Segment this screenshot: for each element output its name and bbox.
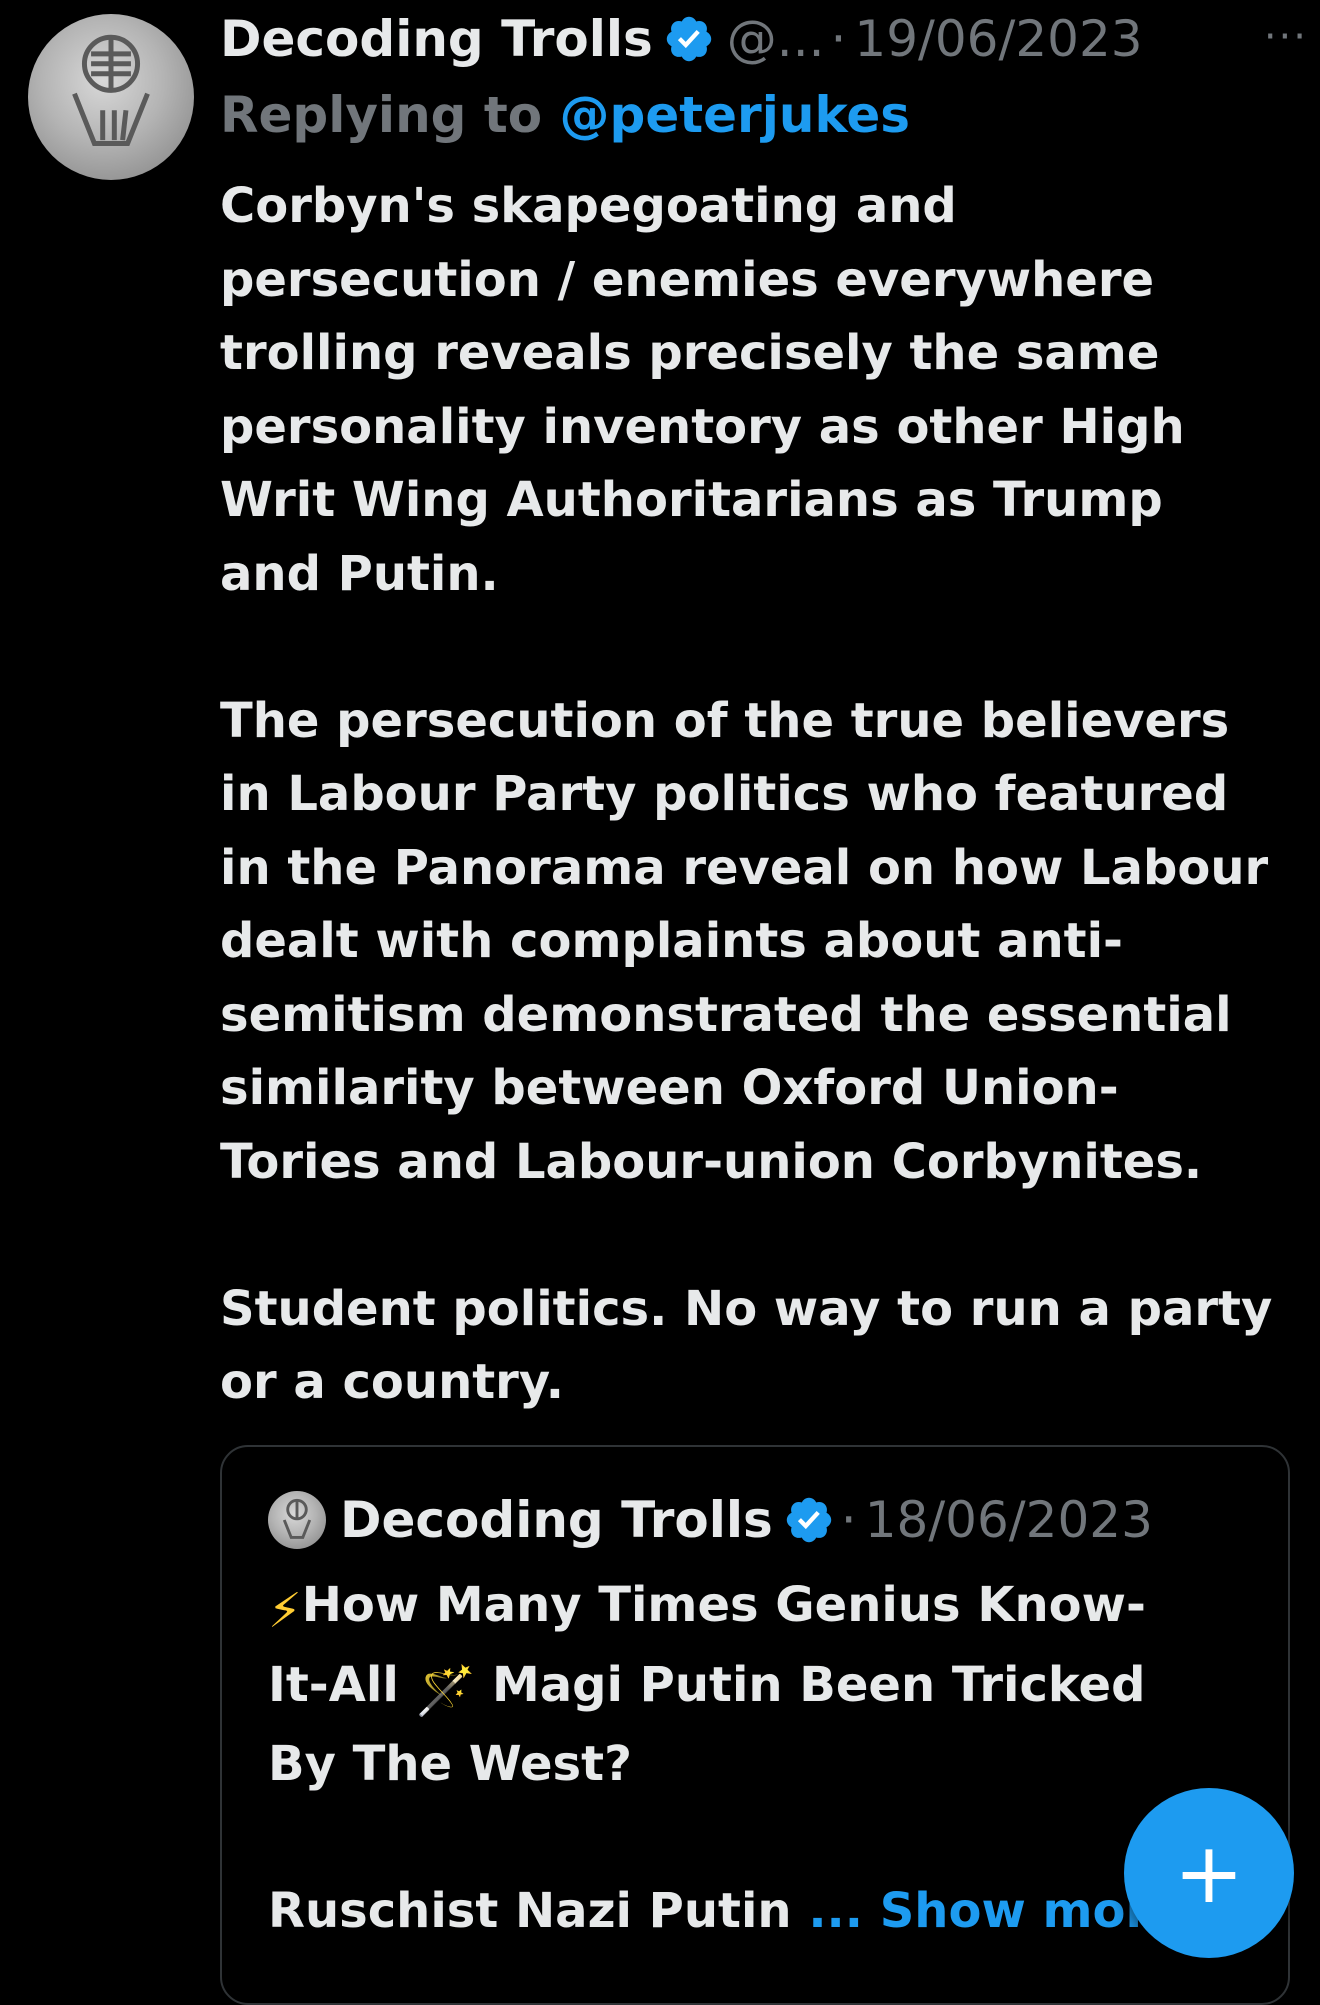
- body-line: Writ Wing Authoritarians as Trump: [220, 472, 1163, 528]
- replying-label: Replying to: [220, 86, 560, 144]
- avatar-logo-icon: [282, 1498, 312, 1539]
- separator: ·: [830, 10, 847, 68]
- body-line: Tories and Labour-union Corbynites.: [220, 1133, 1203, 1190]
- lightning-icon: ⚡: [268, 1583, 302, 1639]
- handle[interactable]: @...: [727, 6, 825, 72]
- quote-line: ⚡How Many Times Genius Know-: [268, 1569, 1278, 1649]
- quoted-avatar: [268, 1491, 326, 1549]
- body-line: Corbyn's skapegoating and: [220, 178, 957, 234]
- quote-line-text: Ruschist Nazi Putin: [268, 1883, 809, 1939]
- display-name[interactable]: Decoding Trolls: [220, 6, 653, 72]
- body-line: persecution / enemies everywhere: [220, 251, 1155, 308]
- body-line: similarity between Oxford Union-: [220, 1060, 1119, 1116]
- body-line: and Putin.: [220, 545, 499, 602]
- separator: ·: [840, 1491, 857, 1549]
- compose-button[interactable]: +: [1124, 1788, 1294, 1958]
- tweet[interactable]: Decoding Trolls @... · 19/06/2023 ··· Re…: [0, 0, 1320, 2005]
- avatar[interactable]: [28, 14, 194, 180]
- body-line-blank: [220, 1199, 1305, 1273]
- verified-badge-icon: [783, 1494, 835, 1546]
- tweet-header: Decoding Trolls @... · 19/06/2023: [220, 6, 1310, 72]
- body-line: dealt with complaints about anti-: [220, 913, 1123, 969]
- quoted-timestamp: 18/06/2023: [864, 1491, 1153, 1549]
- body-line: Student politics. No way to run a party: [220, 1280, 1273, 1337]
- avatar-logo-icon: [72, 34, 150, 146]
- quoted-tweet-header: Decoding Trolls · 18/06/2023: [268, 1487, 1153, 1553]
- quote-line: It-All 🪄 Magi Putin Been Tricked: [268, 1649, 1278, 1729]
- body-line: trolling reveals precisely the same: [220, 325, 1160, 381]
- body-line-blank: [220, 611, 1305, 685]
- quoted-tweet[interactable]: Decoding Trolls · 18/06/2023 ⚡How Many T…: [220, 1445, 1290, 2005]
- quote-line-text: How Many Times Genius Know-: [301, 1577, 1146, 1633]
- quote-line-text: It-All: [268, 1656, 416, 1713]
- magic-wand-icon: 🪄: [415, 1662, 476, 1719]
- quote-line-text: Magi Putin Been Tricked: [475, 1656, 1146, 1713]
- body-line: personality inventory as other High: [220, 398, 1185, 455]
- body-line: in the Panorama reveal on how Labour: [220, 839, 1269, 896]
- quote-line: By The West?: [268, 1736, 632, 1792]
- body-line: The persecution of the true believers: [220, 692, 1230, 749]
- replying-to: Replying to @peterjukes: [220, 82, 910, 148]
- more-options-icon[interactable]: ···: [1264, 14, 1308, 60]
- replying-mention-link[interactable]: @peterjukes: [560, 86, 911, 144]
- body-line: in Labour Party politics who featured: [220, 766, 1229, 822]
- quoted-display-name: Decoding Trolls: [340, 1491, 773, 1549]
- body-line: or a country.: [220, 1354, 564, 1410]
- timestamp[interactable]: 19/06/2023: [854, 6, 1142, 72]
- plus-icon: +: [1173, 1824, 1245, 1922]
- verified-badge-icon: [663, 13, 715, 65]
- body-line: semitism demonstrated the essential: [220, 986, 1232, 1043]
- tweet-body: Corbyn's skapegoating and persecution / …: [220, 170, 1305, 1420]
